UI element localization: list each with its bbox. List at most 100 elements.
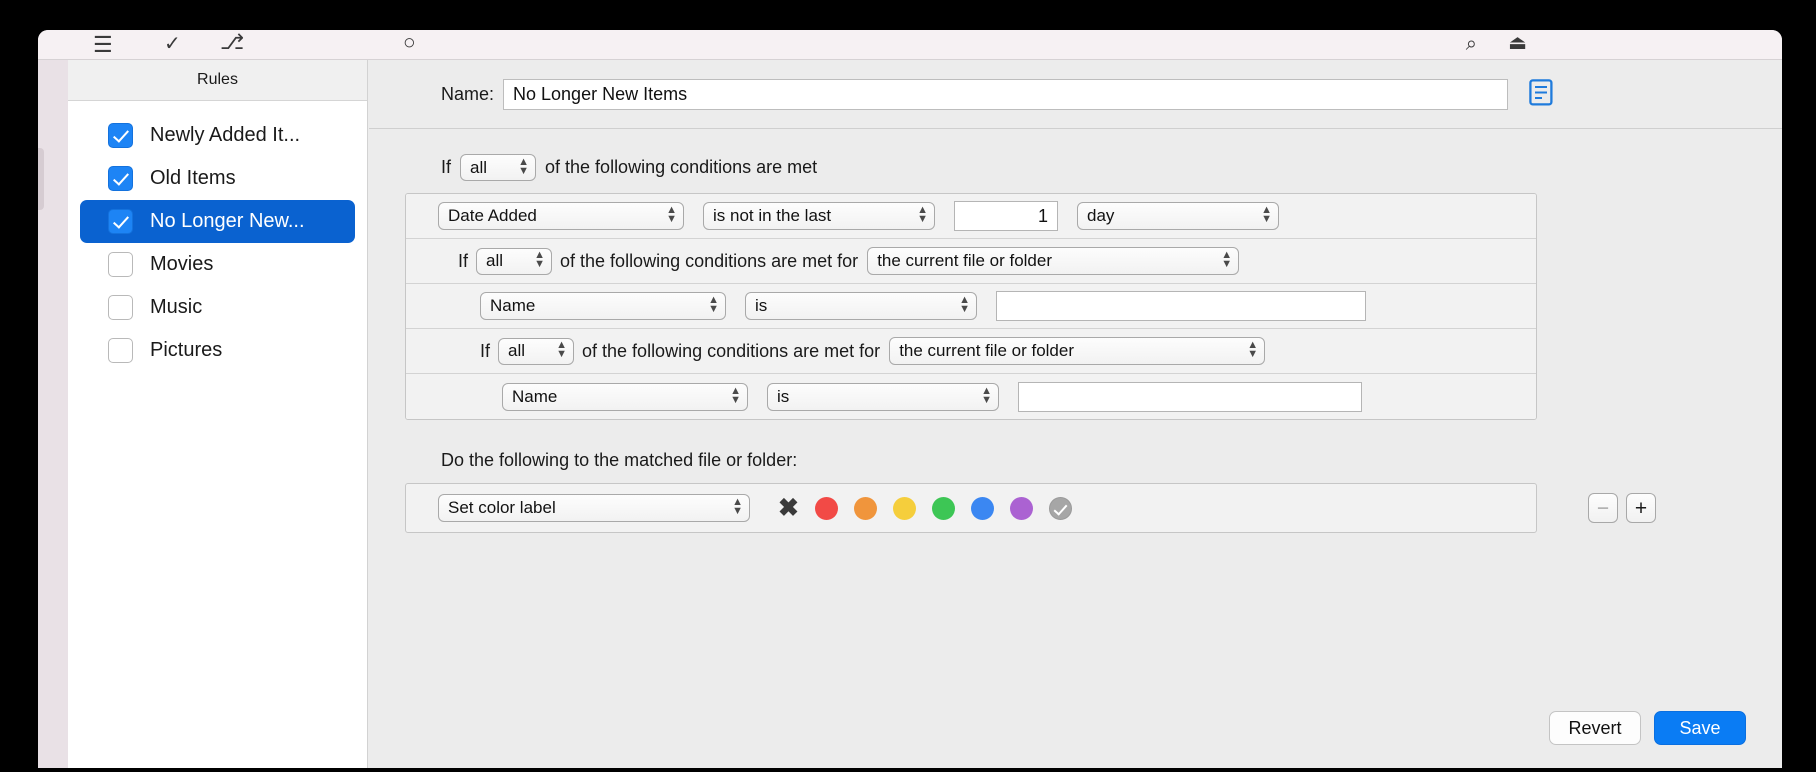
rule-checkbox[interactable] [108,166,133,191]
orange-color-swatch[interactable] [853,496,877,520]
editor-footer: Revert Save [1549,711,1746,745]
rule-name-row: Name: No Longer New Items [369,60,1782,129]
sidebar-item-pictures[interactable]: Pictures [80,329,355,372]
add-action-button[interactable]: + [1626,493,1656,523]
red-color-swatch[interactable] [814,496,838,520]
rule-label: Newly Added It... [150,124,301,146]
nested-if-prefix-label: If [480,340,491,361]
nested-if-prefix-label: If [458,250,469,271]
search-icon[interactable]: ⌕ [1466,34,1477,54]
rules-preferences-window: ☰ ✓ ⎇ ○ ⌕ ⏏ Rules Newly Added It... Old … [38,30,1782,768]
sidebar-drag-handle[interactable] [38,148,44,210]
rule-label: No Longer New... [150,210,305,232]
name-label: Name: [441,83,495,104]
chevron-updown-icon: ▲ ▼ [666,204,677,225]
actions-heading: Do the following to the matched file or … [441,450,798,470]
chevron-updown-icon: ▲ ▼ [917,204,928,225]
sidebar-item-newly-added-items[interactable]: Newly Added It... [80,114,355,157]
rule-checkbox[interactable] [108,295,133,320]
nested-match-type-value: all [486,251,504,270]
condition-attribute-value: Name [512,386,558,406]
condition-operator-select[interactable]: is ▲ ▼ [745,292,977,320]
chevron-updown-icon: ▲ ▼ [1221,249,1233,270]
sliders-icon[interactable]: ⎇ [220,32,244,53]
nested-scope-value: the current file or folder [877,251,1052,270]
condition-value-input[interactable] [996,291,1366,321]
rules-sidebar: Rules Newly Added It... Old Items No Lon… [68,60,368,768]
condition-row: Name ▲▼ is ▲▼ − + [406,374,1536,419]
sidebar-item-movies[interactable]: Movies [80,243,355,286]
blue-color-swatch[interactable] [970,496,994,520]
nested-scope-select[interactable]: the current file or folder ▲ ▼ [867,247,1240,275]
condition-row: Name ▲▼ is ▲▼ − + [406,284,1536,329]
check-icon[interactable]: ✓ [164,34,181,54]
condition-operator-select[interactable]: is ▲ ▼ [767,382,999,411]
match-type-value: all [470,157,488,177]
sidebar-item-old-items[interactable]: Old Items [80,157,355,200]
row-add-remove-controls: − + [1588,493,1656,523]
nested-match-type-select[interactable]: all ▲ ▼ [476,247,553,275]
gray-selected-color-swatch[interactable] [1048,496,1072,520]
condition-attribute-value: Date Added [448,206,537,225]
nested-match-type-select[interactable]: all ▲ ▼ [498,337,575,365]
chevron-updown-icon: ▲ ▼ [732,496,743,517]
rule-checkbox[interactable] [108,209,133,234]
window-toolbar: ☰ ✓ ⎇ ○ ⌕ ⏏ [38,30,1782,60]
chevron-updown-icon: ▲ ▼ [730,384,741,406]
screen-root: ☰ ✓ ⎇ ○ ⌕ ⏏ Rules Newly Added It... Old … [0,0,1816,772]
nested-if-middle-label: of the following conditions are met for [560,250,859,271]
rule-label: Old Items [150,167,236,189]
rule-label: Movies [150,253,214,275]
chevron-updown-icon: ▲ ▼ [1261,204,1272,225]
yellow-color-swatch[interactable] [892,496,916,520]
nested-match-type-value: all [508,341,526,360]
nested-scope-select[interactable]: the current file or folder ▲ ▼ [889,337,1266,365]
condition-unit-select[interactable]: day ▲ ▼ [1077,202,1279,230]
rule-label: Pictures [150,339,223,361]
chevron-updown-icon: ▲ ▼ [981,384,992,406]
top-level-if-line: If all ▲ ▼ of the following conditions ar… [441,154,1782,181]
nested-if-row: If all ▲ ▼ of the following conditions ar… [406,329,1536,374]
condition-attribute-value: Name [490,296,536,315]
chevron-updown-icon: ▲ ▼ [708,294,719,315]
clock-icon[interactable]: ○ [403,32,416,53]
actions-table: Set color label ▲ ▼ ✖ − + [405,483,1656,533]
chevron-updown-icon: ▲ ▼ [534,249,546,270]
clear-color-label-icon[interactable]: ✖ [778,495,799,521]
green-color-swatch[interactable] [931,496,955,520]
condition-operator-value: is [755,296,768,315]
remove-action-button[interactable]: − [1588,493,1618,523]
condition-operator-value: is not in the last [713,206,832,225]
save-button[interactable]: Save [1654,711,1746,745]
rule-name-input[interactable]: No Longer New Items [503,78,1509,110]
sidebar-item-no-longer-new-items[interactable]: No Longer New... [80,200,355,243]
conditions-area: If all ▲ ▼ of the following conditions ar… [369,154,1782,533]
chevron-updown-icon: ▲ ▼ [959,294,970,315]
condition-attribute-select[interactable]: Name ▲ ▼ [480,292,726,320]
chevron-updown-icon: ▲ ▼ [1247,339,1259,360]
nested-if-row: If all ▲ ▼ of the following conditions ar… [406,239,1536,284]
condition-number-input[interactable]: 1 [954,201,1058,231]
document-icon[interactable] [1529,78,1553,110]
condition-attribute-select[interactable]: Date Added ▲ ▼ [438,202,684,230]
hamburger-icon[interactable]: ☰ [93,34,113,56]
rule-checkbox[interactable] [108,338,133,363]
condition-value-input[interactable] [1018,381,1362,412]
rule-label: Music [150,296,203,318]
rule-list: Newly Added It... Old Items No Longer Ne… [68,101,367,372]
rule-editor-pane: Name: No Longer New Items If all ▲ ▼ of … [369,60,1782,768]
condition-operator-select[interactable]: is not in the last ▲ ▼ [703,202,935,230]
sidebar-item-music[interactable]: Music [80,286,355,329]
condition-operator-value: is [777,386,790,406]
chevron-updown-icon: ▲ ▼ [518,155,530,177]
action-type-select[interactable]: Set color label ▲ ▼ [438,494,750,522]
revert-button[interactable]: Revert [1549,711,1641,745]
sidebar-header: Rules [68,60,367,101]
rule-checkbox[interactable] [108,252,133,277]
action-type-value: Set color label [448,498,556,517]
rule-checkbox[interactable] [108,123,133,148]
match-type-select[interactable]: all ▲ ▼ [460,154,537,181]
export-icon[interactable]: ⏏ [1508,33,1527,53]
purple-color-swatch[interactable] [1009,496,1033,520]
condition-attribute-select[interactable]: Name ▲ ▼ [502,382,748,411]
